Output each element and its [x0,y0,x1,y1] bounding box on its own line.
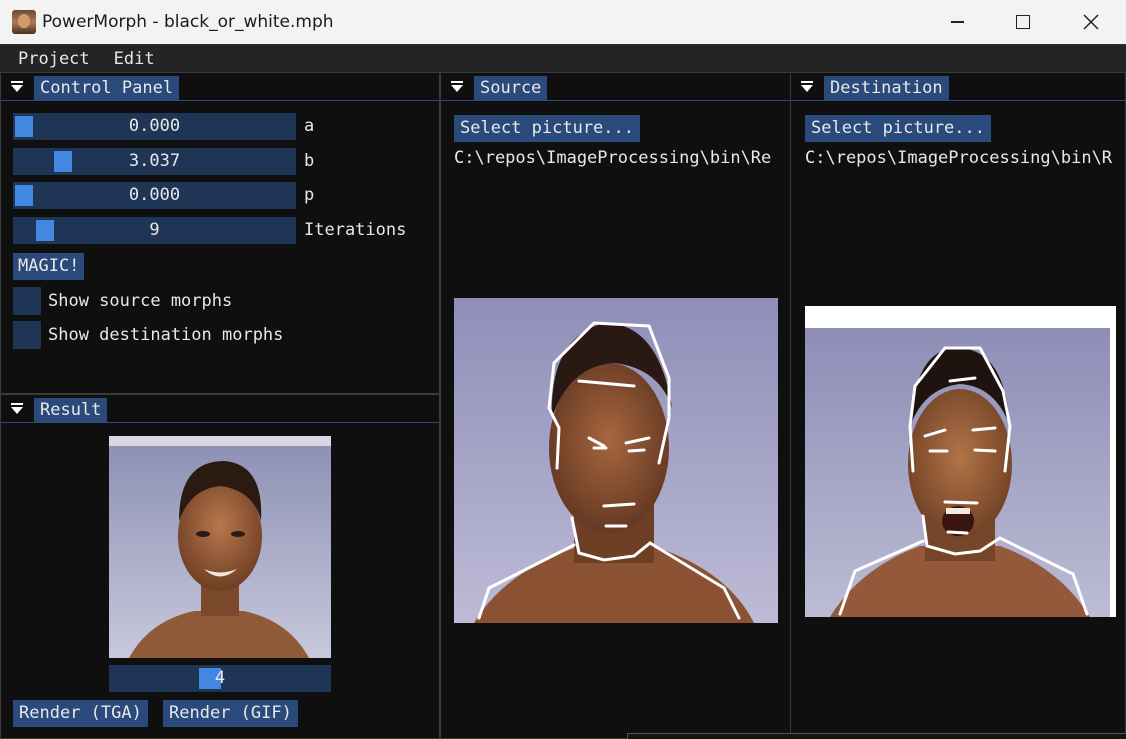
result-panel-header: Result [1,395,439,423]
render-gif-button[interactable]: Render (GIF) [163,700,298,727]
destination-panel-title: Destination [824,76,949,101]
slider-label-b: b [304,151,315,171]
source-panel-title: Source [474,76,548,101]
title-bar: PowerMorph - black_or_white.mph [0,0,1126,44]
close-button[interactable] [1056,0,1126,44]
app-icon [12,10,36,34]
destination-path: C:\repos\ImageProcessing\bin\R [805,148,1113,168]
window-title: PowerMorph - black_or_white.mph [42,12,334,32]
slider-value: 9 [149,220,160,240]
slider-value: 0.000 [128,185,181,205]
destination-select-picture-button[interactable]: Select picture... [805,115,991,142]
slider-a[interactable]: 0.000 [13,113,296,140]
destination-panel-header: Destination [791,73,1125,101]
render-tga-button[interactable]: Render (TGA) [13,700,148,727]
source-panel-header: Source [441,73,790,101]
frame-slider[interactable]: 4 [109,665,331,692]
source-select-picture-button[interactable]: Select picture... [454,115,640,142]
slider-p[interactable]: 0.000 [13,182,296,209]
result-panel: Result 4 Render (TGA) Render (GIF) [0,394,440,739]
magic-button[interactable]: MAGIC! [13,253,85,280]
source-image [454,298,778,623]
status-strip [627,733,1126,739]
minimize-button[interactable] [922,0,992,44]
collapse-arrow-icon[interactable] [450,81,464,93]
destination-panel: Destination Select picture... C:\repos\I… [790,72,1126,739]
menu-project[interactable]: Project [0,49,102,69]
result-image [109,436,331,658]
destination-image [805,306,1116,617]
control-panel-header: Control Panel [1,73,439,101]
show-source-morphs-label: Show source morphs [48,291,233,311]
slider-label-p: p [304,185,315,205]
show-source-morphs-checkbox[interactable] [13,287,41,315]
slider-label-a: a [304,116,315,136]
collapse-arrow-icon[interactable] [10,403,24,415]
source-panel: Source Select picture... C:\repos\ImageP… [440,72,791,739]
collapse-arrow-icon[interactable] [800,81,814,93]
control-panel: Control Panel 0.000 a 3.037 b 0.000 p 9 … [0,72,440,394]
show-destination-morphs-label: Show destination morphs [48,325,284,345]
show-destination-morphs-checkbox[interactable] [13,321,41,349]
close-icon [1083,14,1099,30]
maximize-icon [1016,15,1030,29]
slider-value: 0.000 [128,116,181,136]
source-path: C:\repos\ImageProcessing\bin\Re [454,148,772,168]
menu-bar: Project Edit [0,44,1126,72]
collapse-arrow-icon[interactable] [10,81,24,93]
slider-b[interactable]: 3.037 [13,148,296,175]
result-panel-title: Result [34,398,108,423]
frame-slider-value: 4 [214,668,226,688]
control-panel-title: Control Panel [34,76,180,101]
maximize-button[interactable] [988,0,1058,44]
minimize-icon [950,21,964,23]
menu-edit[interactable]: Edit [102,49,167,69]
slider-label-iterations: Iterations [304,220,407,240]
slider-iterations[interactable]: 9 [13,217,296,244]
slider-value: 3.037 [128,151,181,171]
